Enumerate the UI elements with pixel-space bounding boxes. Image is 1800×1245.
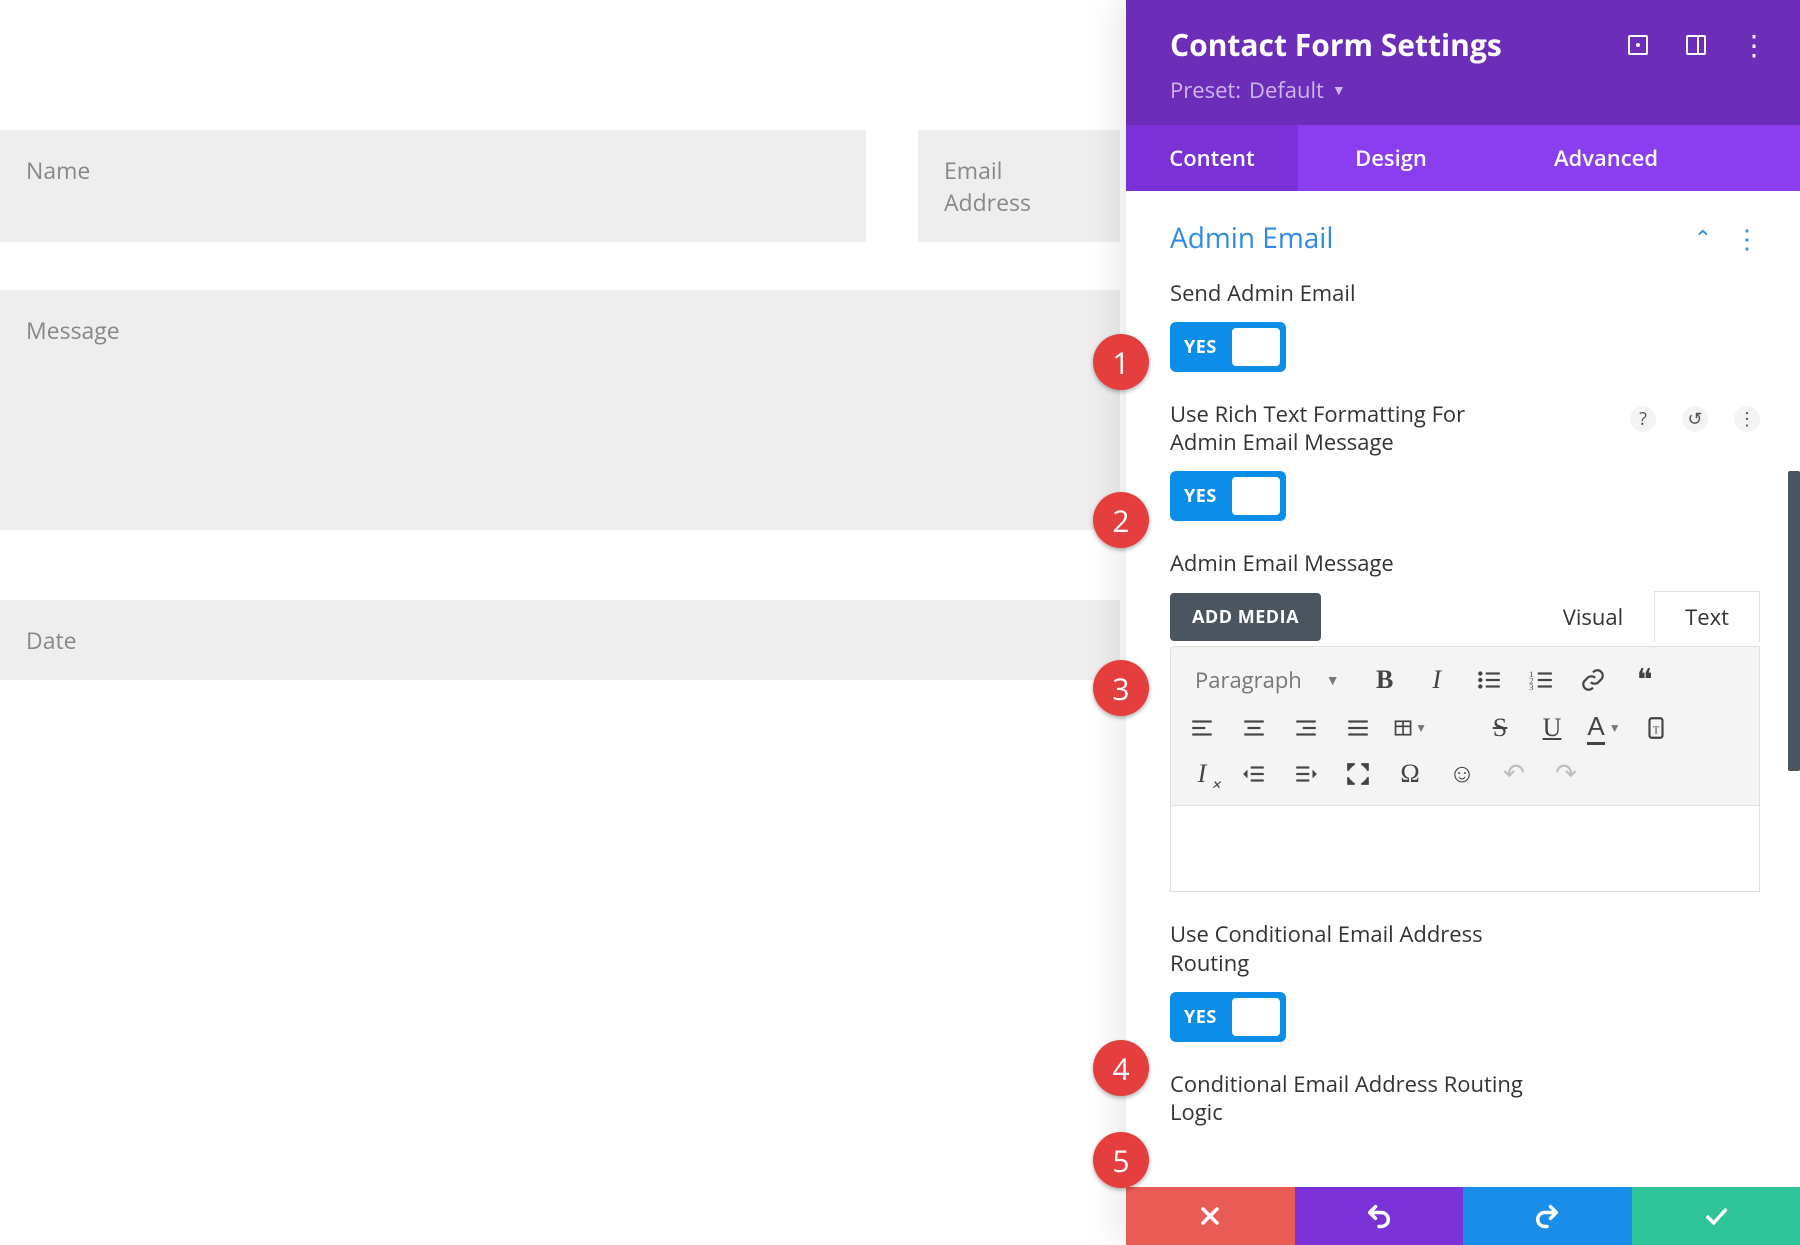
editor-tab-text[interactable]: Text xyxy=(1654,591,1760,642)
text-color-icon[interactable]: A▼ xyxy=(1587,711,1621,745)
link-icon[interactable] xyxy=(1576,663,1610,697)
step-badge-1: 1 xyxy=(1093,334,1149,390)
step-badge-4: 4 xyxy=(1093,1040,1149,1096)
toggle-send-admin-email[interactable]: YES xyxy=(1170,322,1286,372)
scrollbar[interactable] xyxy=(1788,471,1800,1171)
option-menu-icon[interactable]: ⋮ xyxy=(1734,406,1760,432)
svg-text:T: T xyxy=(1653,725,1660,737)
setting-label: Send Admin Email xyxy=(1170,279,1530,308)
setting-conditional-routing: Use Conditional Email Address Routing YE… xyxy=(1126,916,1800,1065)
panel-body[interactable]: Admin Email ⌃ ⋮ Send Admin Email YES Use… xyxy=(1126,191,1800,1187)
align-justify-icon[interactable] xyxy=(1341,711,1375,745)
step-badge-3: 3 xyxy=(1093,660,1149,716)
kebab-menu-icon[interactable]: ⋮ xyxy=(1740,31,1768,59)
section-title: Admin Email xyxy=(1170,219,1694,257)
clear-format-icon[interactable]: I✕ xyxy=(1185,757,1219,791)
tab-content[interactable]: Content xyxy=(1126,125,1298,191)
bullet-list-icon[interactable] xyxy=(1472,663,1506,697)
panel-header: Contact Form Settings ⋮ Preset: Default … xyxy=(1126,0,1800,125)
preset-dropdown[interactable]: Preset: Default ▼ xyxy=(1170,75,1768,105)
editor-toolbar: Paragraph▼ B I 123 ❝ xyxy=(1170,646,1760,806)
chevron-up-icon[interactable]: ⌃ xyxy=(1694,223,1712,253)
indent-icon[interactable] xyxy=(1289,757,1323,791)
scrollbar-thumb[interactable] xyxy=(1788,471,1800,771)
emoji-icon[interactable]: ☺ xyxy=(1445,757,1479,791)
number-list-icon[interactable]: 123 xyxy=(1524,663,1558,697)
undo-button[interactable] xyxy=(1295,1187,1464,1245)
panel-title: Contact Form Settings xyxy=(1170,24,1594,65)
undo-icon[interactable]: ↶ xyxy=(1497,757,1531,791)
underline-icon[interactable]: U xyxy=(1535,711,1569,745)
quote-icon[interactable]: ❝ xyxy=(1628,663,1662,697)
setting-send-admin-email: Send Admin Email YES xyxy=(1126,275,1800,396)
table-icon[interactable]: ▼ xyxy=(1393,711,1427,745)
setting-label: Use Rich Text Formatting For Admin Email… xyxy=(1170,400,1530,457)
step-badge-2: 2 xyxy=(1093,492,1149,548)
caret-down-icon: ▼ xyxy=(1332,81,1346,100)
reset-icon[interactable]: ↺ xyxy=(1682,406,1708,432)
redo-icon[interactable]: ↷ xyxy=(1549,757,1583,791)
panel-tabs: Content Design Advanced xyxy=(1126,125,1800,191)
tab-design[interactable]: Design xyxy=(1298,125,1484,191)
redo-button[interactable] xyxy=(1463,1187,1632,1245)
paste-text-icon[interactable]: T xyxy=(1639,711,1673,745)
italic-icon[interactable]: I xyxy=(1420,663,1454,697)
add-media-button[interactable]: ADD MEDIA xyxy=(1170,593,1321,641)
help-icon[interactable]: ? xyxy=(1630,406,1656,432)
settings-panel: Contact Form Settings ⋮ Preset: Default … xyxy=(1126,0,1800,1245)
bold-icon[interactable]: B xyxy=(1368,663,1402,697)
toggle-rich-text[interactable]: YES xyxy=(1170,471,1286,521)
cancel-button[interactable] xyxy=(1126,1187,1295,1245)
format-select[interactable]: Paragraph▼ xyxy=(1185,661,1350,699)
setting-label: Conditional Email Address Routing Logic xyxy=(1170,1070,1530,1127)
outdent-icon[interactable] xyxy=(1237,757,1271,791)
panel-footer xyxy=(1126,1187,1800,1245)
section-menu-icon[interactable]: ⋮ xyxy=(1734,220,1760,256)
align-left-icon[interactable] xyxy=(1185,711,1219,745)
align-right-icon[interactable] xyxy=(1289,711,1323,745)
tab-advanced[interactable]: Advanced xyxy=(1484,125,1800,191)
email-field[interactable]: Email Address xyxy=(918,130,1120,242)
svg-text:3: 3 xyxy=(1529,682,1533,692)
dock-right-icon[interactable] xyxy=(1682,31,1710,59)
message-field[interactable]: Message xyxy=(0,290,1120,530)
editor-tab-visual[interactable]: Visual xyxy=(1532,591,1654,642)
editor-content-area[interactable] xyxy=(1170,806,1760,892)
preset-value: Default xyxy=(1249,75,1324,105)
setting-admin-email-message: Admin Email Message ADD MEDIA Visual Tex… xyxy=(1126,545,1800,917)
setting-label: Use Conditional Email Address Routing xyxy=(1170,920,1530,977)
date-field[interactable]: Date xyxy=(0,600,1120,680)
setting-rich-text: Use Rich Text Formatting For Admin Email… xyxy=(1126,396,1800,545)
setting-conditional-routing-logic: Conditional Email Address Routing Logic xyxy=(1126,1066,1800,1127)
align-center-icon[interactable] xyxy=(1237,711,1271,745)
save-button[interactable] xyxy=(1632,1187,1800,1245)
setting-label: Admin Email Message xyxy=(1170,549,1530,578)
expand-icon[interactable] xyxy=(1624,31,1652,59)
name-field[interactable]: Name xyxy=(0,130,866,242)
special-char-icon[interactable]: Ω xyxy=(1393,757,1427,791)
strike-icon[interactable]: S xyxy=(1483,711,1517,745)
preset-label: Preset: xyxy=(1170,75,1241,105)
section-header-admin-email[interactable]: Admin Email ⌃ ⋮ xyxy=(1126,191,1800,275)
step-badge-5: 5 xyxy=(1093,1132,1149,1188)
fullscreen-icon[interactable] xyxy=(1341,757,1375,791)
toggle-conditional-routing[interactable]: YES xyxy=(1170,992,1286,1042)
contact-form-preview: Name Email Address Message Date xyxy=(0,0,1120,1245)
